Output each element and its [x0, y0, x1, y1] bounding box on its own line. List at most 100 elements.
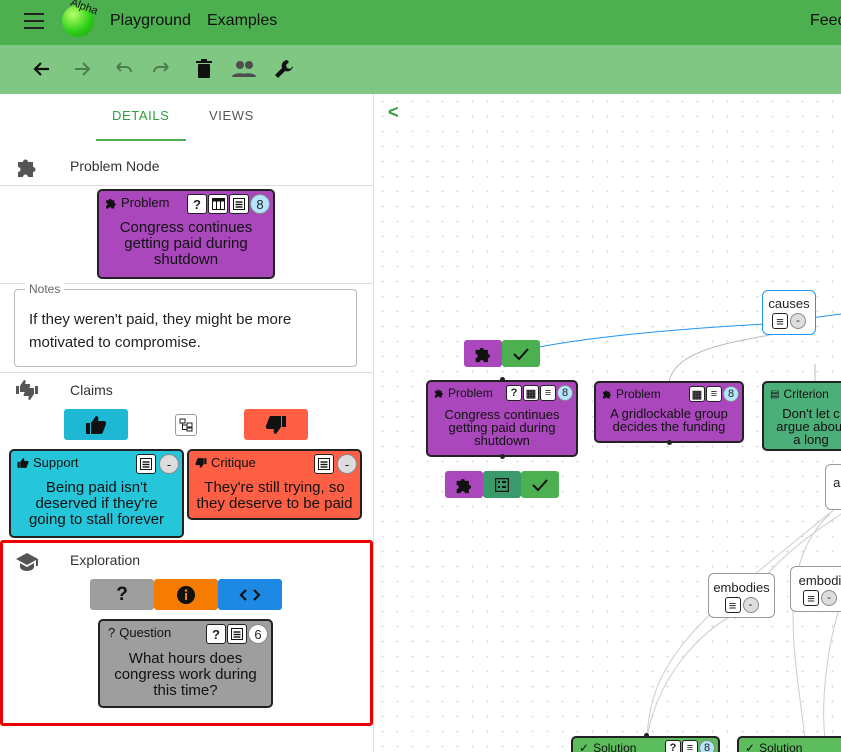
notes-icon[interactable] [136, 454, 156, 474]
redo-icon[interactable] [146, 53, 178, 85]
divider [0, 185, 374, 186]
node-indicators: - [314, 454, 357, 474]
add-solution-button[interactable] [502, 340, 540, 367]
score-badge[interactable]: - [742, 597, 759, 613]
edge-label-embodies[interactable]: embodies ≡ - [708, 573, 775, 618]
notes-icon[interactable]: ≡ [540, 385, 556, 401]
score-badge[interactable]: 8 [723, 386, 739, 402]
check-icon [513, 347, 529, 360]
notes-icon[interactable] [227, 624, 247, 644]
support-node[interactable]: Support - Being paid isn't deserved if t… [9, 449, 184, 538]
back-arrow-icon[interactable] [26, 53, 58, 85]
add-question-button[interactable]: ? [90, 579, 154, 610]
table-icon[interactable]: ▦ [523, 385, 539, 401]
score-badge[interactable]: 8 [699, 740, 715, 752]
score-badge[interactable]: 8 [557, 385, 573, 401]
menu-icon[interactable] [24, 13, 44, 29]
node-type-label: Support [33, 455, 79, 470]
notes-icon[interactable]: ≡ [706, 386, 722, 402]
score-badge[interactable]: - [337, 454, 357, 474]
tab-details[interactable]: DETAILS [112, 108, 169, 123]
critique-node[interactable]: Critique - They're still trying, so they… [187, 449, 362, 520]
node-text: They're still trying, so they deserve to… [196, 479, 353, 512]
divider [0, 372, 374, 373]
node-header: Support [17, 455, 79, 470]
tab-views[interactable]: VIEWS [209, 108, 254, 123]
add-support-button[interactable] [64, 409, 128, 440]
canvas-solution-node[interactable]: ✓ Solution ? ≡ 8 [571, 736, 720, 752]
forward-arrow-icon[interactable] [66, 53, 98, 85]
node-header: Problem [434, 386, 493, 400]
notes-icon[interactable]: ≡ [772, 313, 788, 329]
edge-label-embodies-2[interactable]: embodi ≡ - [790, 566, 841, 612]
table-icon[interactable]: ▦ [689, 386, 705, 402]
edge-label-text: ac [833, 475, 841, 490]
undo-icon[interactable] [107, 53, 139, 85]
notes-text[interactable]: If they weren't paid, they might be more… [29, 308, 346, 354]
add-fact-button[interactable] [154, 579, 218, 610]
question-icon[interactable]: ? [665, 740, 681, 752]
notes-icon[interactable] [229, 194, 249, 214]
section-title-claims: Claims [70, 382, 113, 398]
question-node[interactable]: ? Question ? 6 What hours does congress … [98, 619, 273, 708]
node-header: Critique [195, 455, 256, 470]
check-icon: ✓ [745, 741, 756, 752]
notes-icon[interactable]: ≡ [682, 740, 698, 752]
score-badge[interactable]: - [821, 590, 837, 606]
notes-field[interactable]: Notes If they weren't paid, they might b… [14, 282, 357, 367]
section-title-problem-node: Problem Node [70, 158, 160, 174]
add-problem-button[interactable] [464, 340, 502, 367]
node-indicators: - [136, 454, 179, 474]
node-text: Being paid isn't deserved if they're goi… [28, 479, 165, 528]
edge-label-causes[interactable]: causes ≡ - [762, 290, 816, 335]
node-type-label: Problem [448, 386, 493, 400]
node-handle[interactable] [667, 440, 672, 445]
node-header: Problem [105, 195, 169, 210]
puzzle-icon [16, 156, 38, 183]
thumbs-down-icon [195, 457, 207, 468]
add-source-button[interactable] [218, 579, 282, 610]
add-problem-button[interactable] [445, 471, 483, 498]
canvas-solution-node-2[interactable]: ✓ Solution [737, 736, 841, 752]
node-header: ✓ Solution [579, 741, 636, 752]
score-badge[interactable]: 6 [248, 624, 268, 644]
node-handle[interactable] [500, 454, 505, 459]
node-type-label: Problem [121, 195, 170, 210]
edge-label-addresses[interactable]: ac [825, 464, 841, 510]
question-icon[interactable]: ? [206, 624, 226, 644]
score-badge[interactable]: - [790, 313, 806, 329]
nav-examples[interactable]: Examples [207, 12, 277, 30]
puzzle-icon [106, 198, 116, 208]
tab-indicator [96, 139, 186, 141]
trash-icon[interactable] [188, 53, 220, 85]
diagram-canvas[interactable]: < causes ≡ - Problem ? ▦ ≡ 8 Congress co… [375, 94, 841, 752]
notes-icon[interactable] [314, 454, 334, 474]
people-icon[interactable] [228, 53, 260, 85]
edge-label-text: embodies [713, 580, 770, 595]
claim-tree-button[interactable] [175, 414, 197, 436]
nav-playground[interactable]: Playground [110, 12, 191, 30]
section-title-exploration: Exploration [70, 552, 141, 568]
app-bar: Alpha Playground Examples Feed [0, 0, 841, 45]
node-type-label: Solution [759, 741, 803, 752]
add-criterion-button[interactable] [483, 471, 521, 498]
selected-problem-node[interactable]: Problem ? 8 Congress continues getting p… [97, 189, 275, 279]
node-handle[interactable] [644, 733, 649, 738]
score-badge[interactable]: - [159, 454, 179, 474]
notes-icon[interactable]: ≡ [803, 590, 819, 606]
notes-icon[interactable]: ≡ [724, 597, 741, 613]
edge-indicators: ≡ - [763, 313, 815, 329]
check-icon [532, 478, 548, 491]
add-solution-button[interactable] [521, 471, 559, 498]
table-icon[interactable] [208, 194, 228, 214]
wrench-icon[interactable] [268, 53, 300, 85]
add-critique-button[interactable] [244, 409, 308, 440]
canvas-problem-node[interactable]: Problem ? ▦ ≡ 8 Congress continues getti… [426, 380, 578, 457]
canvas-problem-node-2[interactable]: Problem ▦ ≡ 8 A gridlockable group decid… [594, 381, 744, 443]
nav-feedback[interactable]: Feed [810, 12, 841, 30]
canvas-criterion-node[interactable]: ▤ Criterion Don't let c argue about a lo… [762, 381, 841, 451]
question-icon[interactable]: ? [506, 385, 522, 401]
question-icon[interactable]: ? [187, 194, 207, 214]
node-handle[interactable] [500, 377, 505, 382]
score-badge[interactable]: 8 [250, 194, 270, 214]
